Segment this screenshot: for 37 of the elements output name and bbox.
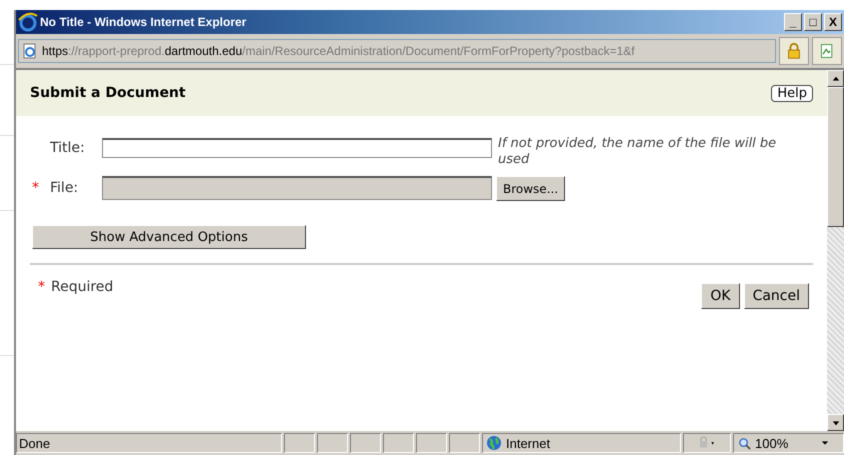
status-text: Done <box>16 433 282 453</box>
compatibility-button[interactable] <box>812 37 842 65</box>
browse-button[interactable]: Browse... <box>496 176 566 201</box>
field-label: File: <box>50 179 80 198</box>
protected-mode-button[interactable] <box>683 433 731 453</box>
field-hint: If not provided, the name of the file will be used <box>498 136 778 168</box>
scroll-up-button[interactable] <box>827 70 844 87</box>
browser-logo-icon <box>18 12 38 32</box>
window-control-button[interactable]: _ <box>784 13 802 31</box>
caret-icon <box>821 439 829 447</box>
zone-text: Internet <box>506 436 550 450</box>
window-control-button[interactable]: X <box>824 13 842 31</box>
required-note: Required <box>51 279 114 295</box>
down-arrow-icon <box>832 418 840 426</box>
zoom-button[interactable]: 100% <box>733 433 844 453</box>
dialog-button[interactable]: OK <box>701 283 740 309</box>
window-control-button[interactable]: □ <box>804 13 822 31</box>
field-label: Title: <box>50 139 86 158</box>
scroll-down-button[interactable] <box>827 414 844 431</box>
dialog-title: Submit a Document <box>30 85 186 101</box>
help-button[interactable]: Help <box>771 84 813 102</box>
lock-button[interactable] <box>779 37 809 65</box>
scroll-thumb[interactable] <box>827 87 844 227</box>
padlock-icon <box>785 42 803 60</box>
title-input[interactable] <box>102 138 492 158</box>
required-mark: * <box>38 279 45 295</box>
scrollbar[interactable] <box>827 70 844 431</box>
dialog-button[interactable]: Cancel <box>744 283 809 309</box>
required-mark: * <box>32 180 39 196</box>
up-arrow-icon <box>832 74 840 82</box>
window-title: No Title - Windows Internet Explorer <box>40 15 246 29</box>
page-icon <box>819 43 835 59</box>
magnifier-icon <box>738 436 751 450</box>
globe-icon <box>486 435 502 451</box>
advanced-options-button[interactable]: Show Advanced Options <box>32 225 306 249</box>
address-field[interactable]: https://rapport-preprod.dartmouth.edu/main/ResourceAdministration/Document/FormForProperty?postback=1&f <box>18 39 776 63</box>
page-icon <box>22 43 38 59</box>
